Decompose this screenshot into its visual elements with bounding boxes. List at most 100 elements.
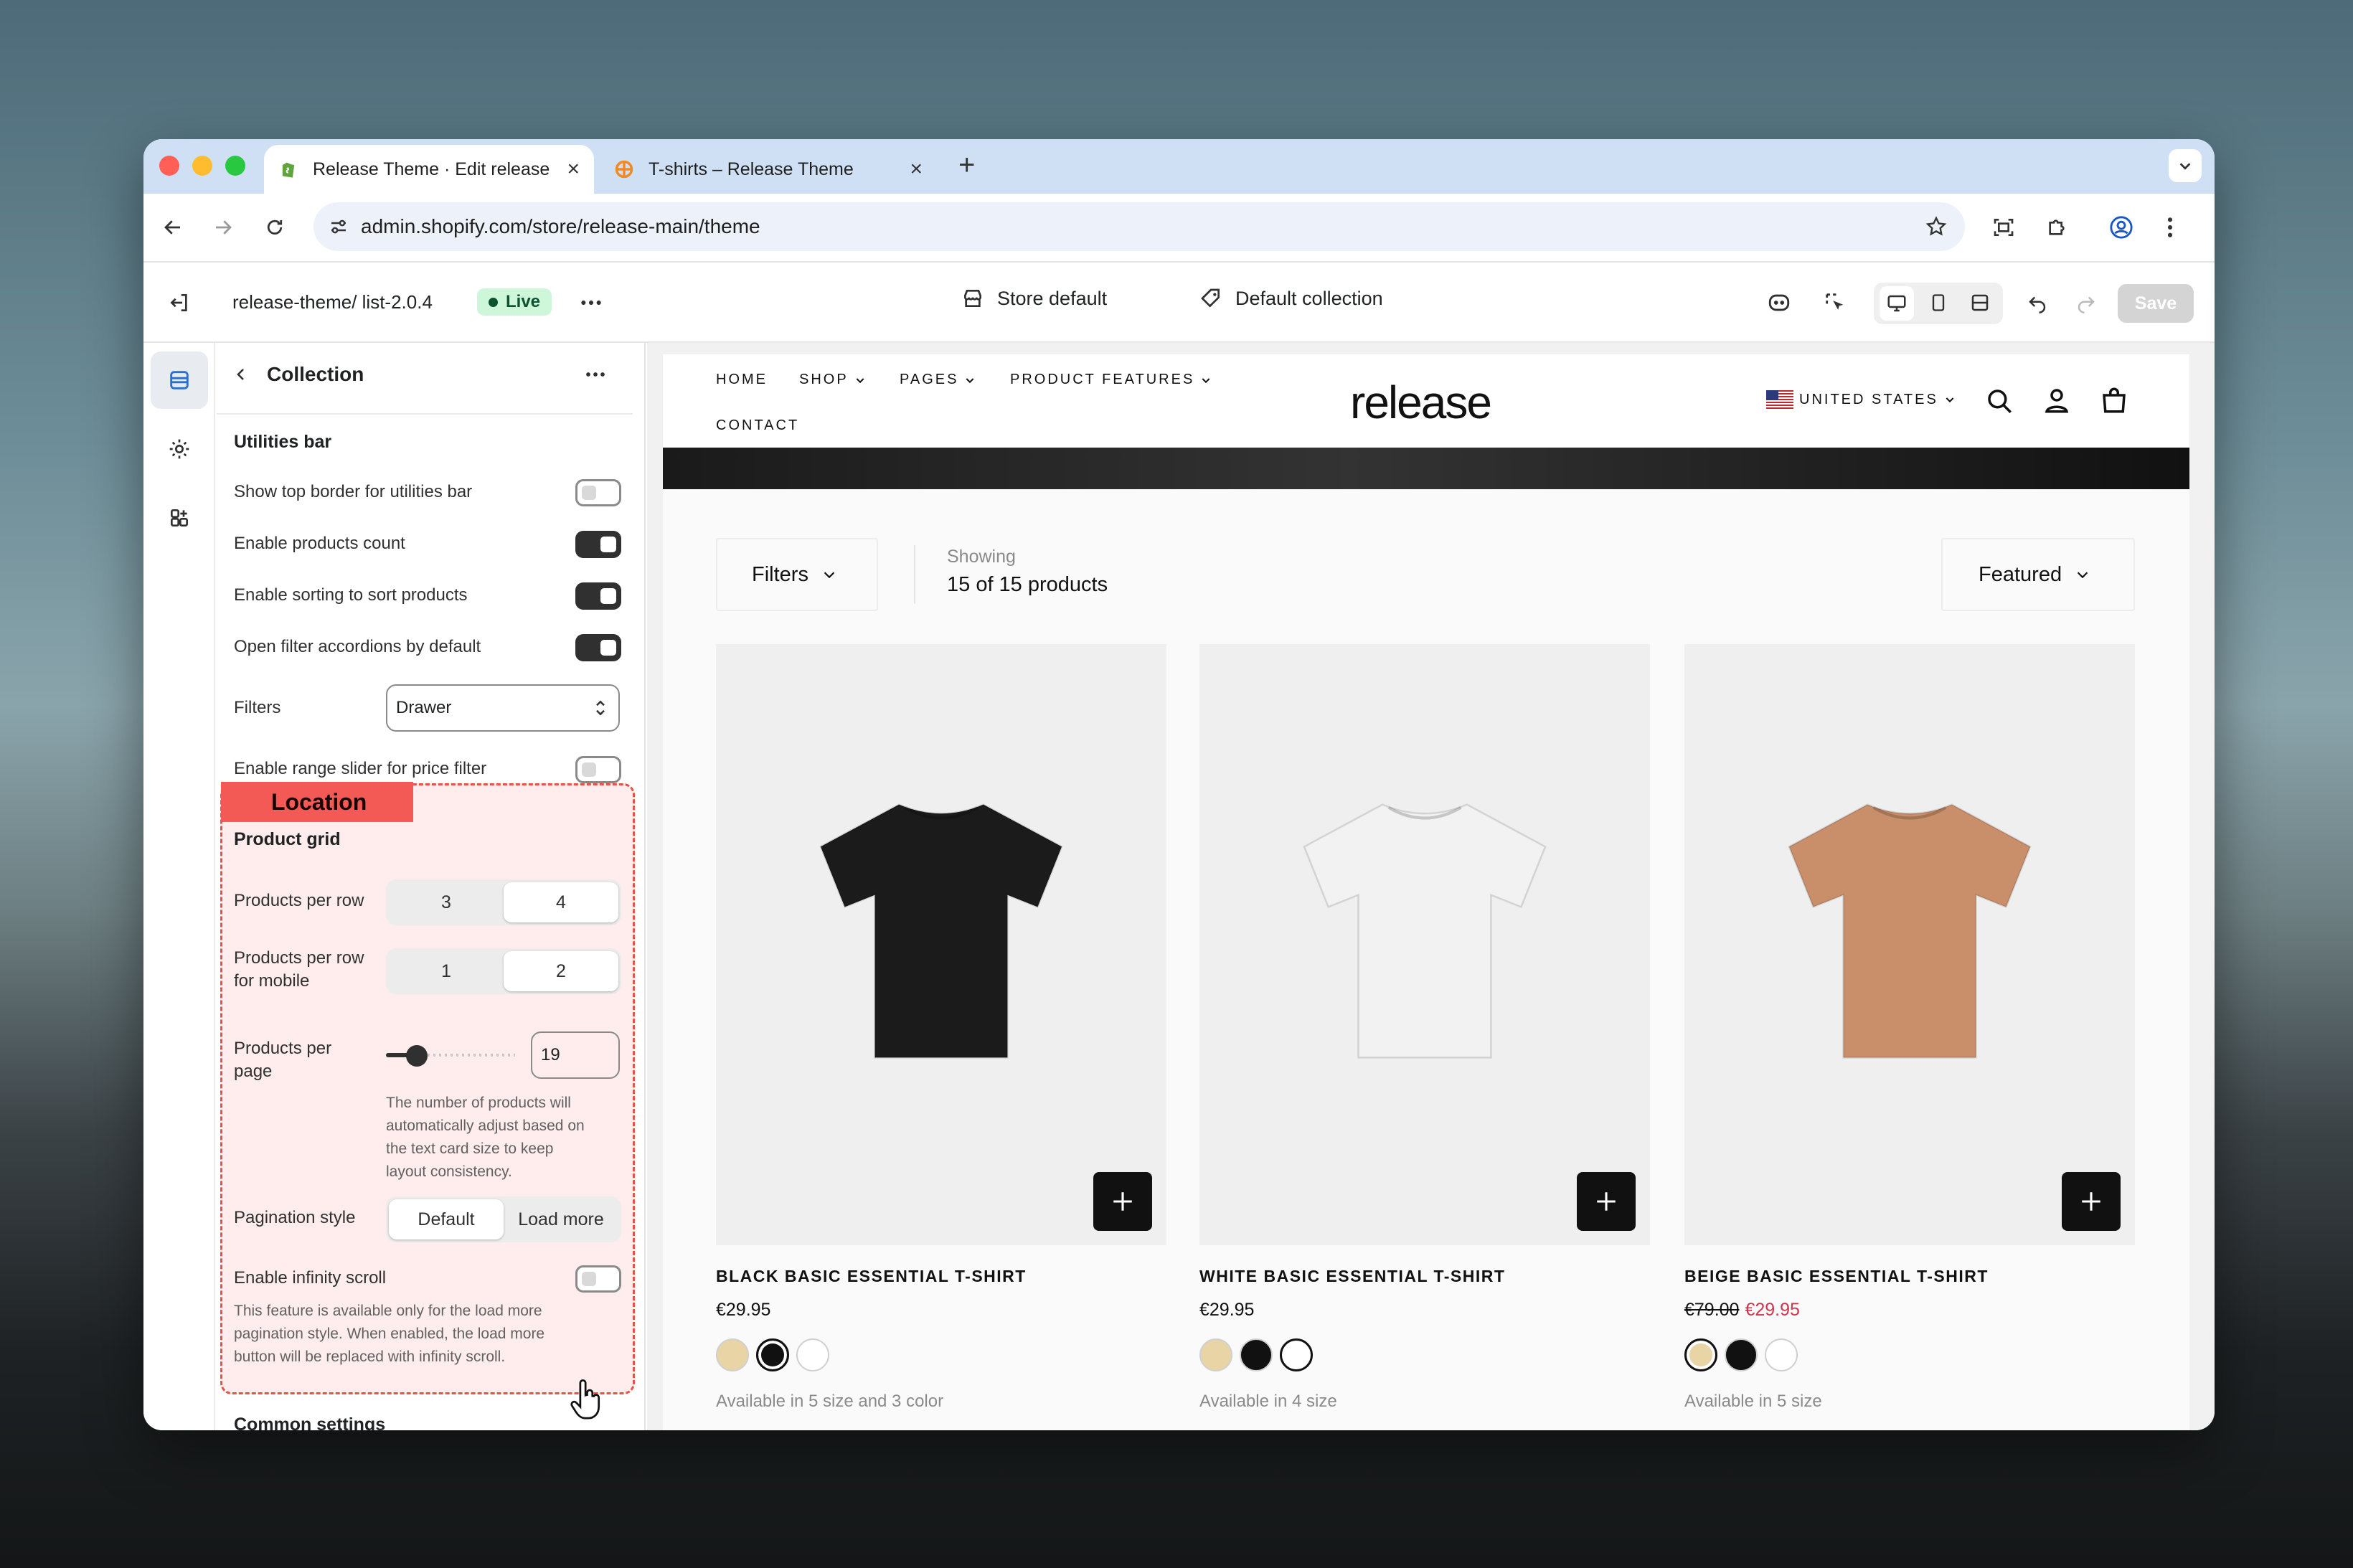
nav-product-features-label: PRODUCT FEATURES — [1010, 372, 1195, 387]
per-row-option-3[interactable]: 3 — [389, 882, 504, 922]
nav-home[interactable]: HOME — [716, 372, 768, 388]
country-label: UNITED STATES — [1799, 391, 1938, 407]
product-title[interactable]: BLACK BASIC ESSENTIAL T-SHIRT — [716, 1267, 1027, 1286]
desktop-icon — [1887, 295, 1906, 312]
top-border-toggle[interactable] — [575, 479, 621, 506]
nav-contact[interactable]: CONTACT — [716, 417, 799, 434]
cart-icon[interactable] — [2099, 384, 2129, 416]
color-swatch[interactable] — [1725, 1338, 1758, 1371]
infinity-scroll-toggle[interactable] — [575, 1265, 621, 1293]
chevron-down-icon — [1946, 397, 1954, 403]
filters-select[interactable]: Drawer — [386, 684, 620, 732]
tab-tshirts[interactable]: T-shirts – Release Theme × — [600, 145, 937, 194]
pagination-option-load-more[interactable]: Load more — [504, 1199, 618, 1239]
sidekick-button[interactable] — [1763, 287, 1795, 318]
product-card[interactable] — [1684, 644, 2135, 1245]
quick-add-button[interactable] — [2062, 1172, 2121, 1231]
products-count-toggle[interactable] — [575, 531, 621, 558]
mobile-icon — [1932, 294, 1945, 311]
nav-pages[interactable]: PAGES — [900, 372, 976, 388]
fullwidth-icon — [1971, 294, 1989, 311]
sort-select[interactable]: Featured — [1941, 538, 2135, 611]
product-title[interactable]: WHITE BASIC ESSENTIAL T-SHIRT — [1199, 1267, 1505, 1286]
redo-button[interactable] — [2070, 287, 2102, 318]
product-card[interactable] — [1199, 644, 1650, 1245]
per-page-slider[interactable] — [386, 1045, 515, 1067]
theme-actions-button[interactable] — [575, 287, 607, 318]
filter-accordions-toggle[interactable] — [575, 634, 621, 661]
account-icon[interactable] — [2042, 384, 2072, 416]
color-swatch[interactable] — [1240, 1338, 1273, 1371]
pagination-label: Pagination style — [234, 1208, 356, 1227]
new-tab-button[interactable]: + — [958, 149, 975, 181]
quick-add-button[interactable] — [1577, 1172, 1636, 1231]
minimize-window-button[interactable] — [192, 156, 212, 176]
color-swatch[interactable] — [1684, 1338, 1717, 1371]
quick-add-button[interactable] — [1093, 1172, 1152, 1231]
forward-button[interactable] — [205, 209, 241, 245]
pagination-option-default[interactable]: Default — [389, 1199, 504, 1239]
per-row-mobile-option-2[interactable]: 2 — [504, 951, 618, 991]
per-row-option-4[interactable]: 4 — [504, 882, 618, 922]
infinity-scroll-label: Enable infinity scroll — [234, 1268, 387, 1288]
more-horizontal-icon — [581, 300, 601, 306]
puzzle-icon — [2049, 219, 2065, 235]
chevron-down-icon — [856, 377, 864, 383]
capture-icon — [1994, 219, 2014, 236]
exit-editor-button[interactable] — [164, 287, 195, 318]
nav-product-features[interactable]: PRODUCT FEATURES — [1010, 372, 1212, 388]
filters-button[interactable]: Filters — [716, 538, 878, 611]
per-row-mobile-option-1[interactable]: 1 — [389, 951, 504, 991]
screenshot-button[interactable] — [1986, 209, 2022, 245]
range-slider-toggle[interactable] — [575, 756, 621, 783]
sections-button[interactable] — [151, 351, 208, 409]
more-horizontal-icon — [586, 372, 605, 377]
bookmark-star-icon[interactable] — [1925, 215, 1948, 238]
color-swatch[interactable] — [756, 1338, 789, 1371]
per-page-slider-handle[interactable] — [406, 1045, 428, 1067]
product-title[interactable]: BEIGE BASIC ESSENTIAL T-SHIRT — [1684, 1267, 1989, 1286]
nav-shop[interactable]: SHOP — [799, 372, 866, 388]
close-tab-icon[interactable]: × — [910, 157, 923, 181]
per-row-mobile-label: Products per row — [234, 948, 364, 968]
search-icon[interactable] — [1984, 386, 2014, 416]
sorting-toggle[interactable] — [575, 582, 621, 610]
infinity-help: pagination style. When enabled, the load… — [234, 1326, 545, 1342]
color-swatch[interactable] — [1280, 1338, 1313, 1371]
mobile-view-button[interactable] — [1923, 287, 1954, 318]
desktop-view-button[interactable] — [1880, 286, 1914, 321]
tshirt-image — [1788, 803, 2032, 1059]
product-card[interactable] — [716, 644, 1166, 1245]
browser-menu-button[interactable] — [2152, 209, 2188, 245]
maximize-window-button[interactable] — [225, 156, 245, 176]
reload-button[interactable] — [257, 209, 293, 245]
color-swatch[interactable] — [716, 1338, 749, 1371]
store-logo[interactable]: release — [1350, 376, 1492, 429]
back-button[interactable] — [155, 209, 191, 245]
apps-button[interactable] — [151, 489, 208, 547]
back-to-sections-button[interactable] — [225, 359, 257, 390]
section-options-button[interactable] — [580, 359, 611, 390]
profile-button[interactable] — [2103, 209, 2139, 245]
country-selector[interactable]: UNITED STATES — [1766, 390, 1956, 409]
inspector-button[interactable] — [1819, 287, 1851, 318]
color-swatch[interactable] — [796, 1338, 829, 1371]
address-bar[interactable]: admin.shopify.com/store/release-main/the… — [313, 202, 1965, 251]
per-page-input[interactable]: 19 — [531, 1031, 620, 1079]
fullscreen-view-button[interactable] — [1964, 287, 1996, 318]
sale-price: €29.95 — [1745, 1300, 1800, 1320]
extensions-button[interactable] — [2039, 209, 2075, 245]
store-selector[interactable]: Store default — [961, 287, 1107, 310]
color-swatch[interactable] — [1199, 1338, 1232, 1371]
undo-button[interactable] — [2022, 287, 2053, 318]
template-selector[interactable]: Default collection — [1199, 287, 1383, 310]
close-tab-icon[interactable]: × — [567, 157, 580, 181]
theme-settings-button[interactable] — [151, 420, 208, 478]
site-settings-icon[interactable] — [328, 216, 349, 237]
color-swatch[interactable] — [1765, 1338, 1798, 1371]
tab-release-theme-editor[interactable]: Release Theme · Edit release- × — [264, 145, 594, 194]
close-window-button[interactable] — [159, 156, 179, 176]
browser-window: Release Theme · Edit release- × T-shirts… — [143, 139, 2215, 1430]
tab-search-button[interactable] — [2169, 149, 2202, 182]
save-button[interactable]: Save — [2118, 284, 2194, 323]
